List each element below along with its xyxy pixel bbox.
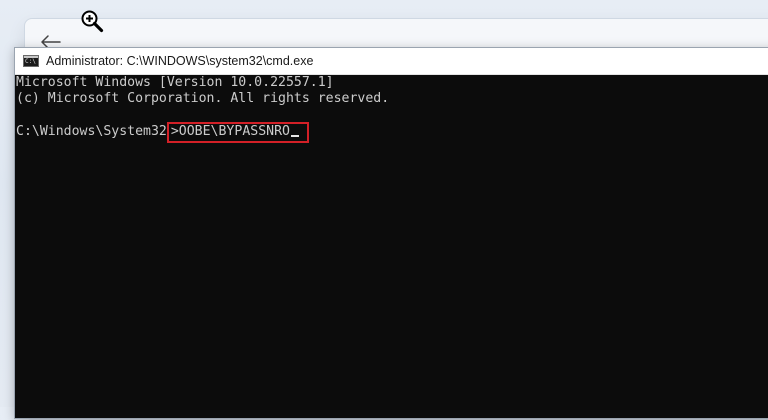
- window-title: Administrator: C:\WINDOWS\system32\cmd.e…: [46, 54, 314, 68]
- text-cursor: [290, 134, 299, 137]
- copyright-line: (c) Microsoft Corporation. All rights re…: [16, 91, 390, 106]
- command-highlight-box: >OOBE\BYPASSNRO: [166, 121, 309, 143]
- console-output[interactable]: Microsoft Windows [Version 10.0.22557.1]…: [15, 75, 768, 418]
- cmd-icon: [23, 55, 39, 67]
- cmd-window[interactable]: Administrator: C:\WINDOWS\system32\cmd.e…: [14, 47, 768, 419]
- prompt-path: C:\Windows\System32: [16, 124, 167, 139]
- version-line: Microsoft Windows [Version 10.0.22557.1]: [16, 75, 334, 90]
- cmd-titlebar[interactable]: Administrator: C:\WINDOWS\system32\cmd.e…: [15, 48, 768, 75]
- zoom-in-cursor-icon: [81, 10, 104, 33]
- command-text[interactable]: >OOBE\BYPASSNRO: [171, 123, 290, 141]
- command-line[interactable]: C:\Windows\System32 >OOBE\BYPASSNRO: [16, 121, 768, 143]
